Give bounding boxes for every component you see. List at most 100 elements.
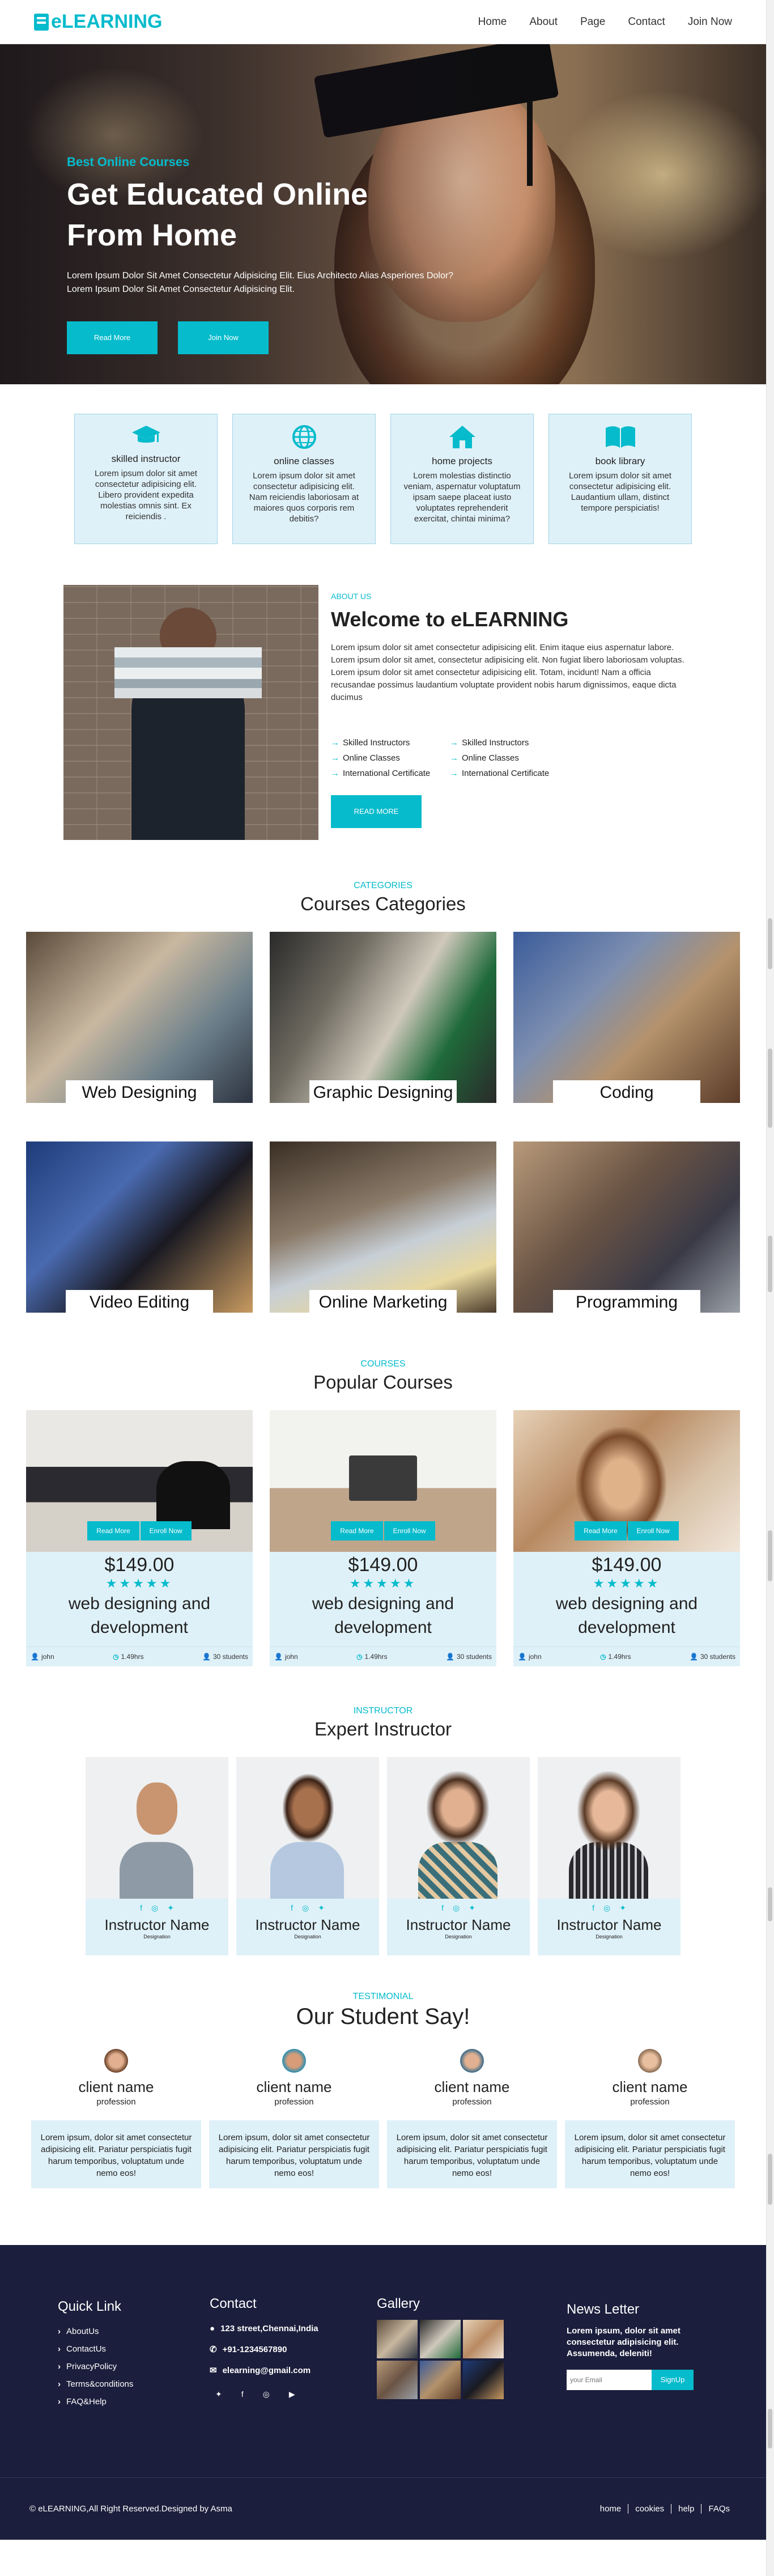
about-section: ABOUT US Welcome to eLEARNING Lorem ipsu… <box>63 585 766 840</box>
facebook-icon[interactable]: f <box>291 1903 293 1913</box>
instructor-card: f ◎ ✦ Instructor Name Designation <box>387 1757 530 1955</box>
footer-bottom-link[interactable]: home <box>593 2504 629 2514</box>
scrollbar-thumb[interactable] <box>768 918 772 969</box>
section-title: Our Student Say! <box>296 2004 470 2029</box>
section-title: Popular Courses <box>313 1372 453 1393</box>
footer-link[interactable]: › Terms&conditions <box>58 2375 133 2393</box>
category-name: Video Editing <box>66 1290 213 1313</box>
gallery: Gallery <box>377 2296 504 2399</box>
course-title: web designing and development <box>555 1594 698 1637</box>
testimonial-text: Lorem ipsum, dolor sit amet consectetur … <box>565 2120 735 2188</box>
author-meta: 👤 john <box>518 1653 542 1661</box>
students-meta: 👤 30 students <box>202 1653 248 1661</box>
category-card[interactable]: Coding <box>513 932 740 1103</box>
course-price: $149.00 <box>592 1554 662 1576</box>
nav-home[interactable]: Home <box>478 16 507 28</box>
hero-join-now-button[interactable]: Join Now <box>178 321 269 354</box>
read-more-button[interactable]: Read More <box>331 1521 383 1540</box>
twitter-icon[interactable]: ✦ <box>469 1903 475 1913</box>
footer-bottom-link[interactable]: FAQs <box>701 2504 737 2514</box>
twitter-icon[interactable]: ✦ <box>215 2390 222 2399</box>
brand-logo[interactable]: eLEARNING <box>34 11 162 33</box>
testimonial-text: Lorem ipsum, dolor sit amet consectetur … <box>387 2120 557 2188</box>
gallery-thumbnail[interactable] <box>377 2320 418 2358</box>
students-meta: 👤 30 students <box>690 1653 735 1661</box>
hero-read-more-button[interactable]: Read More <box>67 321 158 354</box>
instructor-designation: Designation <box>445 1934 472 1940</box>
instagram-icon[interactable]: ◎ <box>151 1903 158 1913</box>
category-card[interactable]: Online Marketing <box>270 1141 496 1313</box>
instagram-icon[interactable]: ◎ <box>302 1903 309 1913</box>
instructor-card: f ◎ ✦ Instructor Name Designation <box>86 1757 228 1955</box>
twitter-icon[interactable]: ✦ <box>167 1903 174 1913</box>
avatar <box>282 2049 306 2073</box>
read-more-button[interactable]: Read More <box>575 1521 627 1540</box>
instructor-card: f ◎ ✦ Instructor Name Designation <box>236 1757 379 1955</box>
scrollbar[interactable] <box>766 0 774 2576</box>
facebook-icon[interactable]: f <box>241 2390 244 2399</box>
feature-title: home projects <box>432 456 492 466</box>
youtube-icon[interactable]: ▶ <box>289 2390 295 2399</box>
envelope-icon: ✉ <box>210 2366 217 2375</box>
hero-text: Lorem Ipsum Dolor Sit Amet Consectetur A… <box>67 271 454 294</box>
footer-link[interactable]: › FAQ&Help <box>58 2393 133 2411</box>
nav-about[interactable]: About <box>529 16 558 28</box>
category-card[interactable]: Video Editing <box>26 1141 253 1313</box>
testimonials-header: TESTIMONIAL Our Student Say! <box>0 1992 766 2030</box>
author-meta: 👤 john <box>274 1653 298 1661</box>
facebook-icon[interactable]: f <box>441 1903 444 1913</box>
instagram-icon[interactable]: ◎ <box>263 2390 270 2399</box>
feature-title: skilled instructor <box>111 453 181 464</box>
category-name: Online Marketing <box>309 1290 457 1313</box>
footer-bottom-link[interactable]: cookies <box>628 2504 672 2514</box>
enroll-now-button[interactable]: Enroll Now <box>384 1521 435 1540</box>
gallery-thumbnail[interactable] <box>377 2361 418 2399</box>
instagram-icon[interactable]: ◎ <box>603 1903 610 1913</box>
enroll-now-button[interactable]: Enroll Now <box>627 1521 679 1540</box>
graduation-cap-icon <box>131 426 160 443</box>
chevron-right-icon: › <box>58 2362 61 2371</box>
facebook-icon[interactable]: f <box>140 1903 142 1913</box>
category-card[interactable]: Web Designing <box>26 932 253 1103</box>
enroll-now-button[interactable]: Enroll Now <box>140 1521 192 1540</box>
footer-link[interactable]: › AboutUs <box>58 2323 133 2340</box>
newsletter-text: Lorem ipsum, dolor sit amet consectetur … <box>567 2326 681 2358</box>
signup-button[interactable]: SignUp <box>652 2370 694 2390</box>
footer-link[interactable]: › ContactUs <box>58 2340 133 2358</box>
gallery-thumbnail[interactable] <box>420 2361 461 2399</box>
category-card[interactable]: Programming <box>513 1141 740 1313</box>
instructor-name: Instructor Name <box>556 1916 662 1933</box>
avatar <box>460 2049 484 2073</box>
gallery-thumbnail[interactable] <box>463 2361 504 2399</box>
book-icon <box>34 13 49 31</box>
hero-banner: Best Online Courses Get Educated Online F… <box>0 44 766 384</box>
nav-page[interactable]: Page <box>580 16 605 28</box>
nav-join-now[interactable]: Join Now <box>688 16 732 28</box>
facebook-icon[interactable]: f <box>592 1903 594 1913</box>
chevron-right-icon: › <box>58 2344 61 2354</box>
category-card[interactable]: Graphic Designing <box>270 932 496 1103</box>
client-name: client name <box>434 2078 510 2095</box>
gallery-thumbnail[interactable] <box>463 2320 504 2358</box>
arrow-right-icon: → <box>331 769 339 778</box>
footer-link[interactable]: › PrivacyPolicy <box>58 2358 133 2375</box>
footer-bottom-link[interactable]: help <box>671 2504 702 2514</box>
nav-contact[interactable]: Contact <box>628 16 665 28</box>
read-more-button[interactable]: Read More <box>87 1521 139 1540</box>
twitter-icon[interactable]: ✦ <box>318 1903 325 1913</box>
categories-header: CATEGORIES Courses Categories <box>0 881 766 915</box>
instructor-card: f ◎ ✦ Instructor Name Designation <box>538 1757 681 1955</box>
twitter-icon[interactable]: ✦ <box>619 1903 626 1913</box>
feature-card: home projects Lorem molestias distinctio… <box>390 414 534 544</box>
about-read-more-button[interactable]: READ MORE <box>331 795 422 828</box>
instagram-icon[interactable]: ◎ <box>453 1903 460 1913</box>
email-input[interactable] <box>567 2370 652 2390</box>
gallery-thumbnail[interactable] <box>420 2320 461 2358</box>
category-grid: Web Designing Graphic Designing Coding V… <box>0 932 766 1313</box>
address: ● 123 street,Chennai,India <box>210 2324 318 2333</box>
scrollbar-marker <box>768 1530 772 1581</box>
quick-links: Quick Link › AboutUs › ContactUs › PrivacyP… <box>58 2299 133 2411</box>
phone: ✆ +91-1234567890 <box>210 2345 287 2354</box>
category-name: Programming <box>553 1290 700 1313</box>
feature-text: Lorem ipsum dolor sit amet consectetur a… <box>249 471 359 524</box>
